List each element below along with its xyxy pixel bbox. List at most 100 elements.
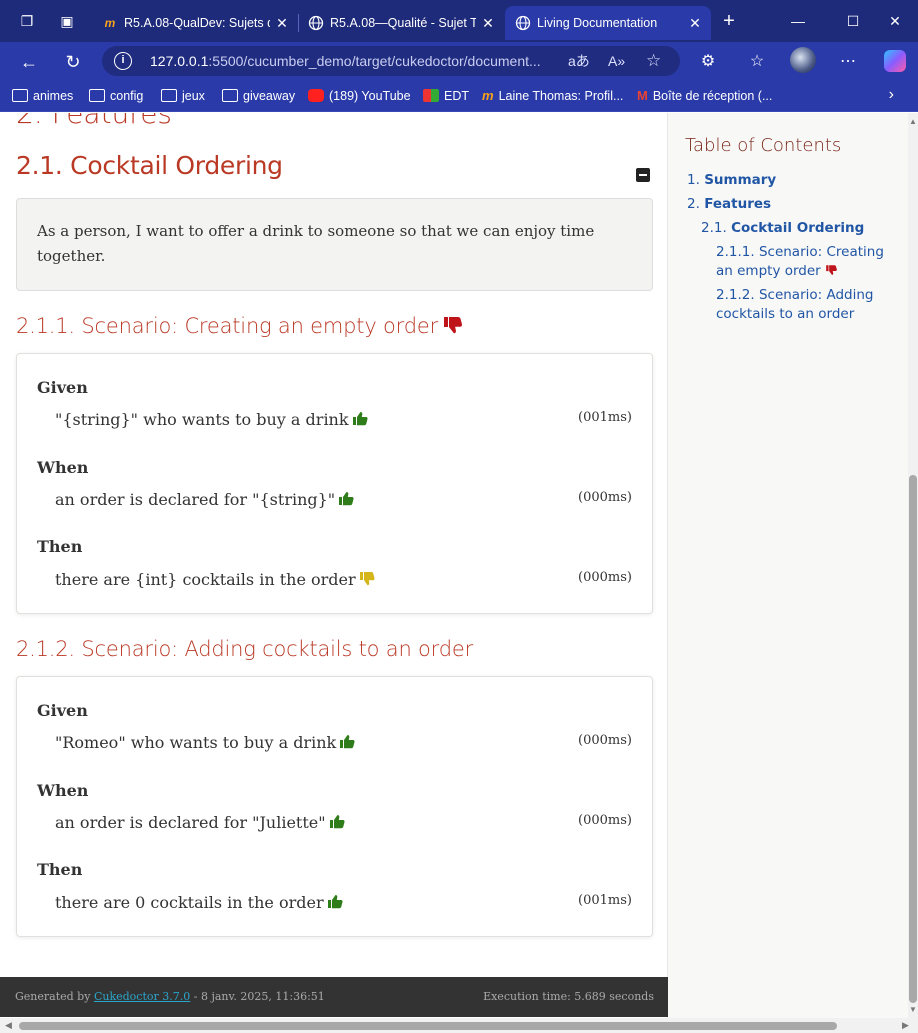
step-keyword: Then xyxy=(37,860,83,879)
step-text: there are {int} cocktails in the order xyxy=(55,570,375,590)
favorite-star-icon[interactable]: ☆ xyxy=(646,46,661,76)
step-text: there are 0 cocktails in the order xyxy=(55,893,343,913)
vertical-scroll-thumb[interactable] xyxy=(909,475,917,1003)
read-aloud-icon[interactable]: A» xyxy=(608,46,625,76)
thumbs-up-icon xyxy=(338,491,354,510)
step-keyword: Then xyxy=(37,537,83,556)
bookmark-config[interactable]: config xyxy=(89,86,143,106)
translate-icon[interactable]: aあ xyxy=(568,46,590,76)
scenario-steps-card: Given "{string}" who wants to buy a drin… xyxy=(16,353,653,614)
close-tab-icon[interactable]: ✕ xyxy=(480,6,496,40)
folder-icon xyxy=(89,89,105,102)
scroll-down-arrow-icon[interactable]: ▼ xyxy=(909,1005,917,1014)
cukedoctor-link[interactable]: Cukedoctor 3.7.0 xyxy=(94,990,190,1003)
thumbs-up-icon xyxy=(339,734,355,753)
step-duration: (001ms) xyxy=(578,893,632,908)
refresh-icon[interactable]: ↻ xyxy=(60,49,86,75)
globe-icon xyxy=(308,15,324,31)
bookmark-youtube[interactable]: (189) YouTube xyxy=(308,86,411,106)
profile-avatar[interactable] xyxy=(790,47,816,73)
scenario-title-adding-cocktails: 2.1.2. Scenario: Adding cocktails to an … xyxy=(16,637,474,661)
horizontal-scroll-thumb[interactable] xyxy=(19,1022,837,1030)
scenario-title-creating-empty-order: 2.1.1. Scenario: Creating an empty order xyxy=(16,314,464,340)
step-keyword: When xyxy=(37,458,89,477)
close-tab-icon[interactable]: ✕ xyxy=(687,6,703,40)
step-duration: (000ms) xyxy=(578,733,632,748)
maximize-button[interactable]: ☐ xyxy=(840,8,866,34)
generated-by-text: Generated by Cukedoctor 3.7.0 - 8 janv. … xyxy=(15,990,325,1003)
collapse-toggle-icon[interactable] xyxy=(636,168,650,182)
toc-item-cocktail-ordering[interactable]: 2.1. Cocktail Ordering xyxy=(701,219,864,238)
close-tab-icon[interactable]: ✕ xyxy=(274,6,290,40)
bookmark-giveaway[interactable]: giveaway xyxy=(222,86,295,106)
tab-qualite-sujet-tp[interactable]: R5.A.08—Qualité - Sujet TP ✕ xyxy=(298,6,504,40)
moodle-icon: m xyxy=(104,16,116,30)
workspaces-icon[interactable]: ❐ xyxy=(18,12,36,30)
toc-item-scenario-creating-empty-order[interactable]: 2.1.1. Scenario: Creating an empty order xyxy=(716,243,896,281)
tab-qualdev-sujets[interactable]: m R5.A.08-QualDev: Sujets de ✕ xyxy=(92,6,298,40)
step-keyword: Given xyxy=(37,378,88,397)
step-text: an order is declared for "Juliette" xyxy=(55,813,345,833)
folder-icon xyxy=(12,89,28,102)
section-heading-features: 2. Features xyxy=(16,113,173,130)
step-text: "{string}" who wants to buy a drink xyxy=(55,410,368,430)
gmail-icon: M xyxy=(637,88,648,103)
url-text[interactable]: 127.0.0.1:5500/cucumber_demo/target/cuke… xyxy=(150,46,550,76)
scroll-left-arrow-icon[interactable]: ◀ xyxy=(5,1020,12,1031)
bookmark-jeux[interactable]: jeux xyxy=(161,86,205,106)
bookmarks-bar: animes config jeux giveaway (189) YouTub… xyxy=(0,80,918,112)
address-bar[interactable]: i 127.0.0.1:5500/cucumber_demo/target/cu… xyxy=(102,46,680,76)
toc-item-scenario-adding-cocktails[interactable]: 2.1.2. Scenario: Adding cocktails to an … xyxy=(716,286,896,324)
step-keyword: When xyxy=(37,781,89,800)
youtube-icon xyxy=(308,89,324,102)
bookmark-animes[interactable]: animes xyxy=(12,86,73,106)
bookmark-edt[interactable]: EDT xyxy=(423,86,469,106)
feature-description: As a person, I want to offer a drink to … xyxy=(16,198,653,291)
tab-living-documentation[interactable]: Living Documentation ✕ xyxy=(505,6,711,40)
bookmark-laine-thomas[interactable]: m Laine Thomas: Profil... xyxy=(482,86,623,106)
moodle-icon: m xyxy=(482,88,494,103)
navigation-toolbar: ← ↻ i 127.0.0.1:5500/cucumber_demo/targe… xyxy=(0,42,918,80)
extensions-icon[interactable]: ⚙ xyxy=(696,50,720,74)
step-duration: (000ms) xyxy=(578,570,632,585)
close-window-button[interactable]: ✕ xyxy=(882,8,908,34)
tab-bar: ❐ ▣ m R5.A.08-QualDev: Sujets de ✕ R5.A.… xyxy=(0,0,918,42)
favorites-icon[interactable]: ☆ xyxy=(745,50,769,74)
thumbs-down-icon xyxy=(359,571,375,590)
thumbs-up-icon xyxy=(327,894,343,913)
scroll-right-arrow-icon[interactable]: ▶ xyxy=(902,1020,909,1031)
document-content: 2. Features 2.1. Cocktail Ordering As a … xyxy=(0,113,668,1033)
thumbs-up-icon xyxy=(329,814,345,833)
back-arrow-icon[interactable]: ← xyxy=(16,49,42,75)
bookmark-gmail[interactable]: M Boîte de réception (... xyxy=(637,86,772,106)
toc-item-summary[interactable]: 1. Summary xyxy=(687,171,776,190)
chevron-right-icon[interactable]: › xyxy=(889,86,894,104)
minimize-button[interactable]: — xyxy=(785,8,811,34)
page-footer: Generated by Cukedoctor 3.7.0 - 8 janv. … xyxy=(0,977,668,1017)
step-duration: (001ms) xyxy=(578,410,632,425)
page-viewport: 2. Features 2.1. Cocktail Ordering As a … xyxy=(0,113,918,1033)
thumbs-down-icon xyxy=(442,315,464,340)
vertical-scrollbar[interactable]: ▲ ▼ xyxy=(908,113,918,1018)
edt-icon xyxy=(423,89,439,102)
thumbs-down-icon xyxy=(826,265,837,275)
site-info-icon[interactable]: i xyxy=(114,52,132,70)
scroll-up-arrow-icon[interactable]: ▲ xyxy=(909,117,917,126)
step-duration: (000ms) xyxy=(578,490,632,505)
more-menu-icon[interactable]: ⋯ xyxy=(836,50,860,74)
step-duration: (000ms) xyxy=(578,813,632,828)
new-tab-button[interactable]: + xyxy=(720,11,738,31)
toc-title: Table of Contents xyxy=(685,135,842,156)
feature-title: 2.1. Cocktail Ordering xyxy=(16,151,283,180)
folder-icon xyxy=(161,89,177,102)
folder-icon xyxy=(222,89,238,102)
globe-icon xyxy=(515,15,531,31)
scenario-steps-card: Given "Romeo" who wants to buy a drink (… xyxy=(16,676,653,937)
step-keyword: Given xyxy=(37,701,88,720)
thumbs-up-icon xyxy=(352,411,368,430)
horizontal-scrollbar[interactable]: ◀ ▶ xyxy=(0,1018,918,1033)
vertical-tabs-icon[interactable]: ▣ xyxy=(58,12,76,30)
toc-item-features[interactable]: 2. Features xyxy=(687,195,771,214)
step-text: "Romeo" who wants to buy a drink xyxy=(55,733,355,753)
copilot-icon[interactable] xyxy=(884,50,906,72)
